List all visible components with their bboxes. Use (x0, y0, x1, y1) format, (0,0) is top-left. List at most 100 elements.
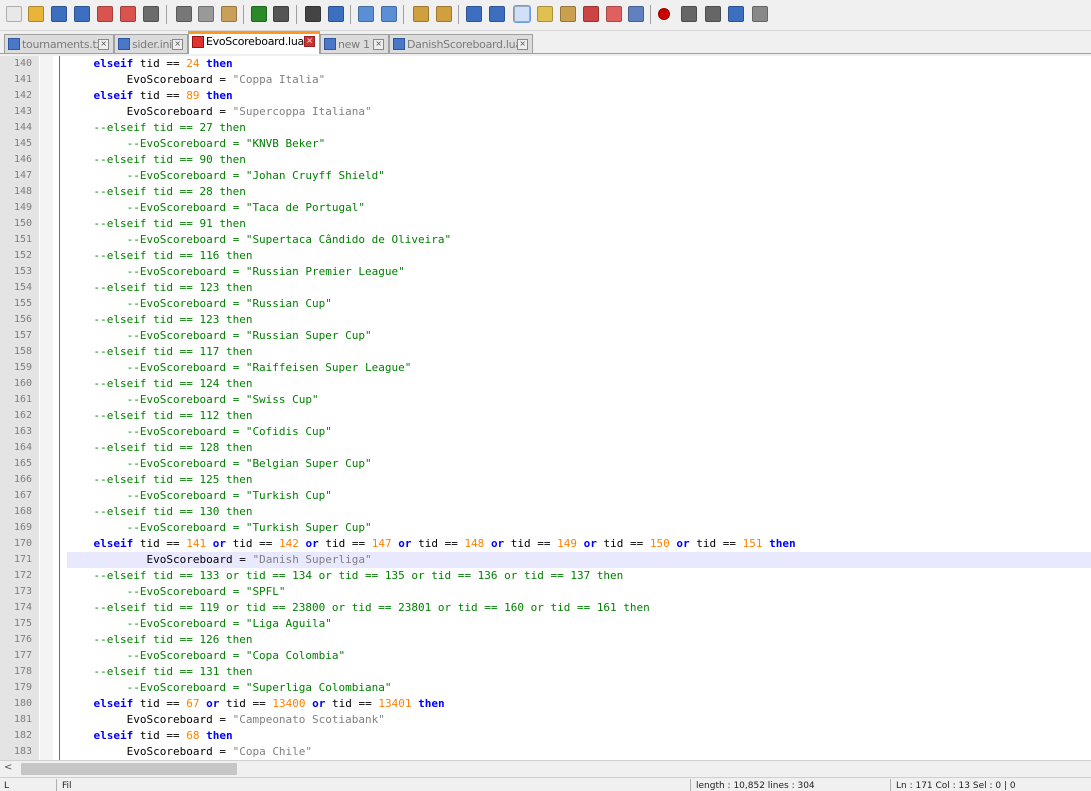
code-line[interactable]: 157 --EvoScoreboard = "Russian Super Cup… (0, 328, 1091, 344)
tab-danishscoreboard-lua[interactable]: DanishScoreboard.lua × (389, 34, 533, 53)
code-line[interactable]: 166 --elseif tid == 125 then (0, 472, 1091, 488)
tab-new-1[interactable]: new 1 × (320, 34, 389, 53)
code-line[interactable]: 143 EvoScoreboard = "Supercoppa Italiana… (0, 104, 1091, 120)
tab-evoscoreboard-lua[interactable]: EvoScoreboard.lua × (188, 31, 320, 54)
line-number: 158 (13, 346, 32, 357)
close-tab-icon[interactable]: × (373, 39, 384, 50)
word-wrap-icon[interactable] (466, 6, 482, 22)
keyword-token: or (206, 697, 220, 710)
code-line[interactable]: 159 --EvoScoreboard = "Raiffeisen Super … (0, 360, 1091, 376)
open-file-icon[interactable] (28, 6, 44, 22)
code-line[interactable]: 161 --EvoScoreboard = "Swiss Cup" (0, 392, 1091, 408)
code-line[interactable]: 147 --EvoScoreboard = "Johan Cruyff Shie… (0, 168, 1091, 184)
code-line[interactable]: 141 EvoScoreboard = "Coppa Italia" (0, 72, 1091, 88)
code-line[interactable]: 170 elseif tid == 141 or tid == 142 or t… (0, 536, 1091, 552)
code-line[interactable]: 160 --elseif tid == 124 then (0, 376, 1091, 392)
close-tab-icon[interactable]: × (517, 39, 528, 50)
print-icon[interactable] (143, 6, 159, 22)
udl-icon[interactable] (537, 6, 553, 22)
code-line[interactable]: 151 --EvoScoreboard = "Supertaca Cândido… (0, 232, 1091, 248)
scroll-left-icon[interactable]: < (4, 762, 12, 773)
code-editor[interactable]: 140 elseif tid == 24 then 141 EvoScoreboa… (0, 56, 1091, 760)
save-macro-icon[interactable] (752, 6, 768, 22)
code-line[interactable]: 140 elseif tid == 24 then (0, 56, 1091, 72)
code-line[interactable]: 158 --elseif tid == 117 then (0, 344, 1091, 360)
sync-vertical-icon[interactable] (413, 6, 429, 22)
close-tab-icon[interactable]: × (98, 39, 109, 50)
code-line[interactable]: 150 --elseif tid == 91 then (0, 216, 1091, 232)
code-line[interactable]: 171 EvoScoreboard = "Danish Superliga" (0, 552, 1091, 568)
code-line[interactable]: 177 --EvoScoreboard = "Copa Colombia" (0, 648, 1091, 664)
code-line[interactable]: 142 elseif tid == 89 then (0, 88, 1091, 104)
code-line[interactable]: 164 --elseif tid == 128 then (0, 440, 1091, 456)
code-line[interactable]: 169 --EvoScoreboard = "Turkish Super Cup… (0, 520, 1091, 536)
code-line[interactable]: 176 --elseif tid == 126 then (0, 632, 1091, 648)
indent-guide-icon[interactable] (513, 5, 531, 23)
run-macro-multiple-icon[interactable] (728, 6, 744, 22)
code-line[interactable]: 168 --elseif tid == 130 then (0, 504, 1091, 520)
code-line[interactable]: 152 --elseif tid == 116 then (0, 248, 1091, 264)
close-tab-icon[interactable]: × (172, 39, 183, 50)
code-line[interactable]: 172 --elseif tid == 133 or tid == 134 or… (0, 568, 1091, 584)
code-line[interactable]: 183 EvoScoreboard = "Copa Chile" (0, 744, 1091, 760)
code-line[interactable]: 181 EvoScoreboard = "Campeonato Scotiaba… (0, 712, 1091, 728)
close-all-icon[interactable] (120, 6, 136, 22)
function-list-icon[interactable] (583, 6, 599, 22)
code-line[interactable]: 144 --elseif tid == 27 then (0, 120, 1091, 136)
comment-token: --elseif tid == 131 then (93, 665, 253, 678)
zoom-out-icon[interactable] (381, 6, 397, 22)
code-line[interactable]: 175 --EvoScoreboard = "Liga Aguila" (0, 616, 1091, 632)
show-all-chars-icon[interactable] (489, 6, 505, 22)
play-macro-icon[interactable] (705, 6, 721, 22)
folder-workspace-icon[interactable] (606, 6, 622, 22)
code-line[interactable]: 149 --EvoScoreboard = "Taca de Portugal" (0, 200, 1091, 216)
code-line[interactable]: 180 elseif tid == 67 or tid == 13400 or … (0, 696, 1091, 712)
code-line[interactable]: 167 --EvoScoreboard = "Turkish Cup" (0, 488, 1091, 504)
paste-icon[interactable] (221, 6, 237, 22)
copy-icon[interactable] (198, 6, 214, 22)
code-line[interactable]: 173 --EvoScoreboard = "SPFL" (0, 584, 1091, 600)
stop-record-icon[interactable] (681, 6, 697, 22)
close-icon[interactable] (97, 6, 113, 22)
code-line[interactable]: 162 --elseif tid == 112 then (0, 408, 1091, 424)
code-line[interactable]: 182 elseif tid == 68 then (0, 728, 1091, 744)
code-line[interactable]: 178 --elseif tid == 131 then (0, 664, 1091, 680)
save-icon[interactable] (51, 6, 67, 22)
tab-tournaments-txt[interactable]: tournaments.txt × (4, 34, 114, 53)
code-line[interactable]: 179 --EvoScoreboard = "Superliga Colombi… (0, 680, 1091, 696)
scrollbar-thumb[interactable] (21, 763, 237, 775)
undo-icon[interactable] (251, 6, 267, 22)
code-line[interactable]: 153 --EvoScoreboard = "Russian Premier L… (0, 264, 1091, 280)
horizontal-scrollbar[interactable]: < (0, 760, 1091, 777)
code-line[interactable]: 145 --EvoScoreboard = "KNVB Beker" (0, 136, 1091, 152)
code-line[interactable]: 163 --EvoScoreboard = "Cofidis Cup" (0, 424, 1091, 440)
code-line[interactable]: 174 --elseif tid == 119 or tid == 23800 … (0, 600, 1091, 616)
redo-icon[interactable] (273, 6, 289, 22)
sync-horizontal-icon[interactable] (436, 6, 452, 22)
line-number: 164 (13, 442, 32, 453)
code-line[interactable]: 155 --EvoScoreboard = "Russian Cup" (0, 296, 1091, 312)
status-divider (890, 779, 891, 791)
tab-sider-ini[interactable]: sider.ini × (114, 34, 188, 53)
code-line[interactable]: 156 --elseif tid == 123 then (0, 312, 1091, 328)
find-icon[interactable] (305, 6, 321, 22)
cut-icon[interactable] (176, 6, 192, 22)
doc-map-icon[interactable] (560, 6, 576, 22)
replace-icon[interactable] (328, 6, 344, 22)
status-left: L (4, 781, 10, 791)
new-file-icon[interactable] (6, 6, 22, 22)
code-line[interactable]: 146 --elseif tid == 90 then (0, 152, 1091, 168)
record-macro-icon[interactable] (658, 8, 670, 20)
code-line[interactable]: 148 --elseif tid == 28 then (0, 184, 1091, 200)
code-line[interactable]: 165 --EvoScoreboard = "Belgian Super Cup… (0, 456, 1091, 472)
save-all-icon[interactable] (74, 6, 90, 22)
monitoring-icon[interactable] (628, 6, 644, 22)
code-line[interactable]: 154 --elseif tid == 123 then (0, 280, 1091, 296)
zoom-in-icon[interactable] (358, 6, 374, 22)
close-tab-icon[interactable]: × (304, 36, 315, 47)
